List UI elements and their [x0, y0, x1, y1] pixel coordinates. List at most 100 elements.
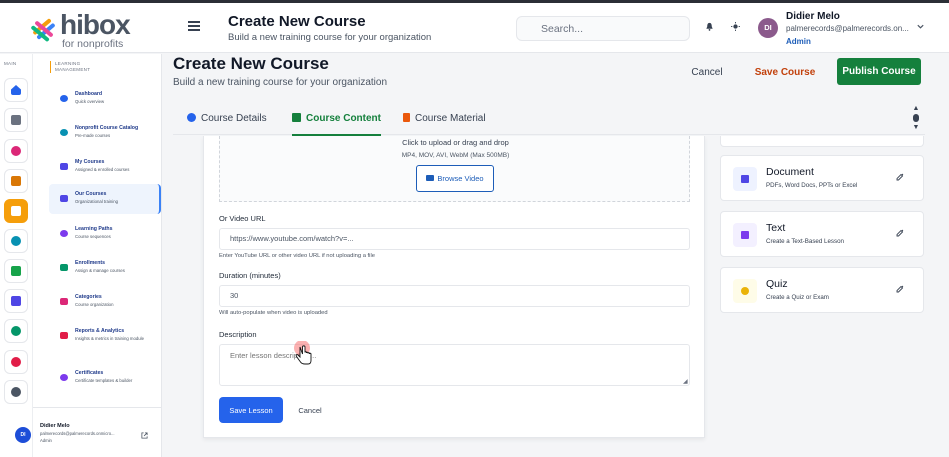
nav-item-categories[interactable]: Categories Course organization — [49, 287, 161, 317]
duration-input[interactable]: 30 — [219, 285, 690, 307]
lesson-type-document[interactable]: Document PDFs, Word Docs, PPTs or Excel — [720, 155, 924, 201]
resize-handle-icon[interactable]: ◢ — [683, 378, 688, 385]
duration-help: Will auto-populate when video is uploade… — [219, 310, 328, 316]
nav-item-catalog[interactable]: Nonprofit Course Catalog Pre-made course… — [49, 118, 161, 148]
menu-toggle-icon[interactable] — [188, 21, 200, 31]
book-icon — [60, 163, 68, 170]
lesson-type-text[interactable]: Text Create a Text-Based Lesson — [720, 211, 924, 257]
file-icon — [403, 113, 410, 122]
nav-item-sub: Quick overview — [75, 99, 105, 104]
video-upload-dropzone[interactable]: Click to upload or drag and drop MP4, MO… — [219, 136, 690, 202]
logo-subtext: for nonprofits — [62, 38, 124, 50]
sidebar-avatar: DI — [15, 427, 31, 443]
edit-icon[interactable] — [896, 285, 904, 295]
page-subtitle: Build a new training course for your org… — [173, 77, 388, 88]
nav-item-title: Enrollments — [75, 260, 105, 266]
rail-users-icon[interactable] — [4, 319, 28, 343]
quiz-icon — [741, 287, 749, 295]
rail-home-icon[interactable] — [4, 78, 28, 102]
lesson-type-desc: Create a Quiz or Exam — [766, 294, 829, 301]
tab-course-details[interactable]: Course Details — [187, 113, 267, 124]
edit-icon[interactable] — [896, 173, 904, 183]
chart-icon — [60, 332, 68, 339]
video-url-input[interactable]: https://www.youtube.com/watch?v=... — [219, 228, 690, 250]
page-title: Create New Course — [173, 54, 329, 73]
sidebar-user-email: palmerecords@palmerecords.onmicro... — [40, 431, 115, 436]
user-name: Didier Melo — [786, 11, 840, 22]
nav-item-enrollments[interactable]: Enrollments Assign & manage courses — [49, 253, 161, 283]
folder-icon — [60, 298, 68, 305]
nav-item-sub: Insights & metrics in training module — [75, 336, 145, 341]
dashboard-icon — [60, 95, 68, 102]
nav-item-certificates[interactable]: Certificates Certificate templates & bui… — [49, 363, 161, 393]
nav-section-label: LEARNING MANAGEMENT — [50, 61, 110, 73]
tabs-scroll-control[interactable]: ▲ ▼ — [911, 104, 921, 134]
edit-icon[interactable] — [896, 229, 904, 239]
publish-course-button[interactable]: Publish Course — [837, 58, 921, 85]
tab-label: Course Material — [415, 113, 486, 124]
rail-rocket-icon[interactable] — [4, 139, 28, 163]
browse-video-button[interactable]: Browse Video — [416, 165, 494, 192]
rail-label: MAIN — [4, 61, 17, 66]
info-icon — [187, 113, 196, 122]
document-icon — [741, 175, 749, 183]
lesson-type-desc: PDFs, Word Docs, PPTs or Excel — [766, 182, 858, 189]
video-url-label: Or Video URL — [219, 214, 266, 223]
rail-hierarchy-icon[interactable] — [4, 108, 28, 132]
nav-item-dashboard[interactable]: Dashboard Quick overview — [49, 84, 161, 114]
sidebar-nav: LEARNING MANAGEMENT Dashboard Quick over… — [15, 54, 162, 457]
header-subtitle: Build a new training course for your org… — [228, 32, 432, 43]
nav-item-learning-paths[interactable]: Learning Paths Course sequences — [49, 219, 161, 249]
browse-label: Browse Video — [437, 174, 484, 183]
save-lesson-button[interactable]: Save Lesson — [219, 397, 283, 423]
description-textarea[interactable] — [219, 344, 690, 386]
nav-item-sub: Assigned & enrolled courses — [75, 167, 130, 172]
rail-training-icon[interactable] — [4, 199, 28, 223]
chevron-down-icon[interactable] — [916, 22, 925, 33]
nav-item-title: Nonprofit Course Catalog — [75, 125, 139, 131]
bell-icon[interactable] — [704, 22, 714, 32]
tab-course-content[interactable]: Course Content — [292, 113, 381, 136]
cancel-button[interactable]: Cancel — [679, 64, 735, 80]
nav-item-our-courses[interactable]: Our Courses Organizational training — [49, 184, 161, 214]
hibox-logo[interactable]: hibox for nonprofits — [30, 9, 140, 50]
rail-pie-chart-icon[interactable] — [4, 350, 28, 374]
user-email: palmerecords@palmerecords.on... — [786, 24, 909, 33]
rail-gear-icon[interactable] — [4, 380, 28, 404]
duration-label: Duration (minutes) — [219, 271, 281, 280]
sidebar-user[interactable]: DI Didier Melo palmerecords@palmerecords… — [15, 407, 162, 457]
tab-course-material[interactable]: Course Material — [403, 113, 486, 124]
nav-item-sub: Organizational training — [75, 199, 118, 204]
scroll-down-icon[interactable]: ▼ — [911, 123, 921, 132]
scroll-thumb[interactable] — [913, 114, 919, 122]
save-course-button[interactable]: Save Course — [752, 64, 818, 80]
sun-icon[interactable] — [730, 22, 740, 32]
rail-document-icon[interactable] — [4, 289, 28, 313]
pencil-icon — [741, 231, 749, 239]
text-icon-box — [733, 223, 757, 247]
lesson-type-quiz[interactable]: Quiz Create a Quiz or Exam — [720, 267, 924, 313]
rail-circle-icon[interactable] — [4, 229, 28, 253]
lesson-type-card-partial — [720, 136, 924, 147]
rail-book-icon[interactable] — [4, 169, 28, 193]
icon-rail: MAIN — [0, 54, 33, 457]
rail-network-icon[interactable] — [4, 259, 28, 283]
sidebar-user-name: Didier Melo — [40, 423, 70, 429]
nav-item-my-courses[interactable]: My Courses Assigned & enrolled courses — [49, 152, 161, 182]
tab-label: Course Content — [306, 113, 381, 124]
external-link-icon[interactable] — [141, 432, 148, 441]
video-url-help: Enter YouTube URL or other video URL if … — [219, 253, 375, 259]
user-role: Admin — [786, 37, 811, 46]
cancel-lesson-button[interactable]: Cancel — [292, 397, 328, 423]
lesson-type-title: Document — [766, 166, 814, 178]
logo-mark-icon — [31, 18, 55, 42]
users-icon — [60, 264, 68, 271]
tab-label: Course Details — [201, 113, 267, 124]
search-input[interactable]: Search... — [516, 16, 690, 41]
nav-item-title: Reports & Analytics — [75, 328, 125, 334]
scroll-up-icon[interactable]: ▲ — [911, 104, 921, 113]
user-avatar[interactable]: DI — [758, 18, 778, 38]
nav-item-title: Dashboard — [75, 91, 103, 97]
nav-item-reports[interactable]: Reports & Analytics Insights & metrics i… — [49, 321, 161, 357]
lesson-type-title: Quiz — [766, 278, 788, 290]
